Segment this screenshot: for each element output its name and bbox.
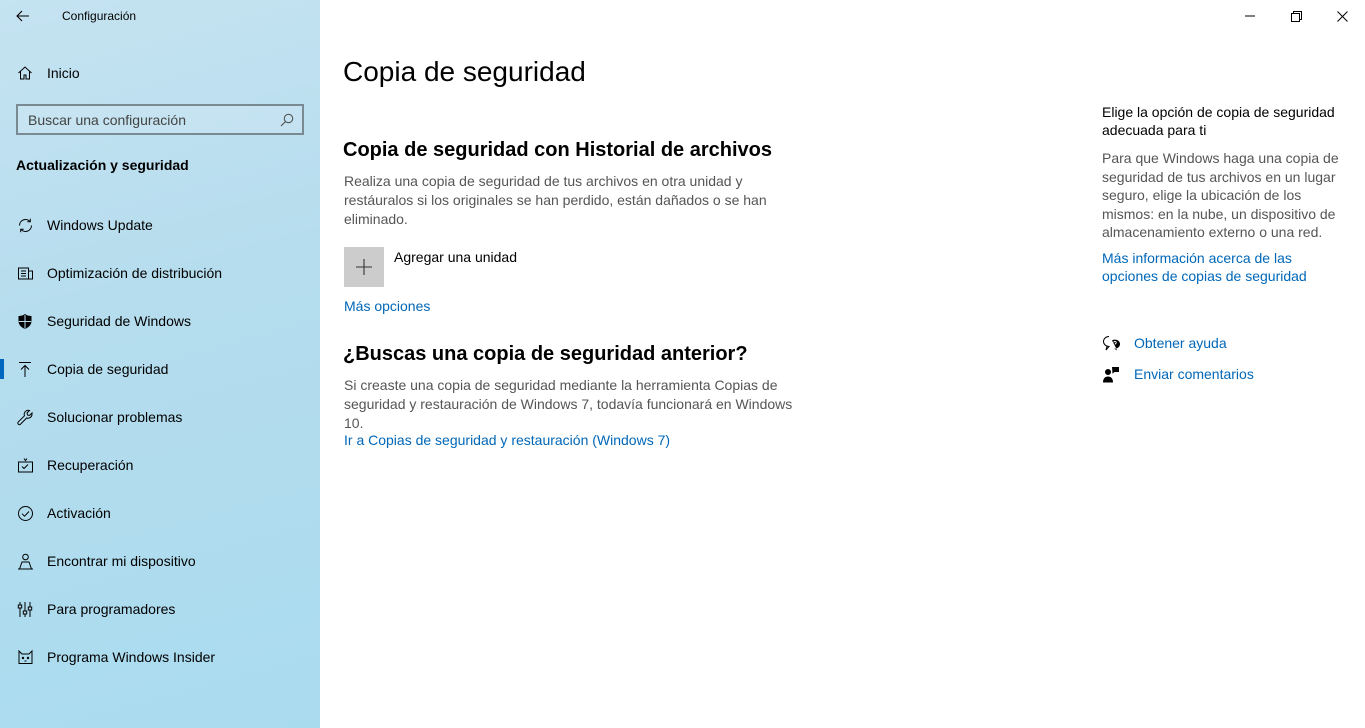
plus-icon xyxy=(356,259,372,275)
developer-sliders-icon xyxy=(16,600,34,618)
sidebar-item-label: Encontrar mi dispositivo xyxy=(47,553,196,569)
back-button[interactable] xyxy=(10,4,36,28)
sidebar-item-label: Recuperación xyxy=(47,457,134,473)
sidebar-item-label: Seguridad de Windows xyxy=(47,313,191,329)
title-bar: Configuración xyxy=(0,0,320,32)
sidebar-item-activation[interactable]: Activación xyxy=(0,489,320,537)
page-title: Copia de seguridad xyxy=(343,56,586,87)
search-icon xyxy=(280,113,294,127)
home-link[interactable]: Inicio xyxy=(16,60,80,86)
file-history-heading: Copia de seguridad con Historial de arch… xyxy=(343,139,772,161)
sidebar-item-developers[interactable]: Para programadores xyxy=(0,585,320,633)
sidebar-nav: Windows Update Optimización de distribuc… xyxy=(0,201,320,681)
window-controls xyxy=(1227,0,1365,32)
related-heading: Elige la opción de copia de seguridad ad… xyxy=(1102,104,1335,138)
sidebar-item-backup[interactable]: Copia de seguridad xyxy=(0,345,320,393)
refresh-icon xyxy=(16,216,34,234)
sidebar: Configuración Inicio Actualización y seg… xyxy=(0,0,320,728)
send-feedback-label: Enviar comentarios xyxy=(1134,366,1254,382)
sidebar-item-windows-update[interactable]: Windows Update xyxy=(0,201,320,249)
feedback-person-icon xyxy=(1102,365,1120,383)
get-help-label: Obtener ayuda xyxy=(1134,335,1227,351)
sidebar-item-label: Solucionar problemas xyxy=(47,409,183,425)
get-help-link[interactable]: Obtener ayuda xyxy=(1102,332,1227,354)
section-heading: Actualización y seguridad xyxy=(16,157,189,173)
add-drive-button[interactable]: Agregar una unidad xyxy=(344,247,517,287)
sidebar-item-label: Copia de seguridad xyxy=(47,361,169,377)
send-feedback-link[interactable]: Enviar comentarios xyxy=(1102,363,1254,385)
older-backup-description: Si creaste una copia de seguridad median… xyxy=(344,377,793,431)
file-history-description: Realiza una copia de seguridad de tus ar… xyxy=(344,173,767,227)
more-info-link[interactable]: Más información acerca de las opciones d… xyxy=(1102,249,1332,285)
sidebar-item-label: Para programadores xyxy=(47,601,176,617)
home-label: Inicio xyxy=(47,65,80,81)
recovery-icon xyxy=(16,456,34,474)
add-drive-label: Agregar una unidad xyxy=(394,249,517,265)
home-icon xyxy=(16,64,34,82)
sidebar-item-windows-insider[interactable]: Programa Windows Insider xyxy=(0,633,320,681)
add-drive-tile xyxy=(344,247,384,287)
related-description: Para que Windows haga una copia de segur… xyxy=(1102,150,1339,240)
close-button[interactable] xyxy=(1319,0,1365,32)
sidebar-item-recovery[interactable]: Recuperación xyxy=(0,441,320,489)
minimize-button[interactable] xyxy=(1227,0,1273,32)
sidebar-item-label: Activación xyxy=(47,505,111,521)
sidebar-item-label: Windows Update xyxy=(47,217,153,233)
wrench-icon xyxy=(16,408,34,426)
close-icon xyxy=(1336,10,1348,22)
shield-icon xyxy=(16,312,34,330)
delivery-optimization-icon xyxy=(16,264,34,282)
more-options-link[interactable]: Más opciones xyxy=(344,298,430,314)
back-arrow-icon xyxy=(16,10,29,22)
sidebar-item-windows-security[interactable]: Seguridad de Windows xyxy=(0,297,320,345)
person-pin-icon xyxy=(16,552,34,570)
help-chat-icon xyxy=(1102,334,1120,352)
search-input[interactable] xyxy=(18,111,268,128)
sidebar-item-find-my-device[interactable]: Encontrar mi dispositivo xyxy=(0,537,320,585)
restore-button[interactable] xyxy=(1273,0,1319,32)
sidebar-item-label: Optimización de distribución xyxy=(47,265,223,281)
backup-arrow-up-icon xyxy=(16,360,34,378)
sidebar-item-troubleshoot[interactable]: Solucionar problemas xyxy=(0,393,320,441)
restore-icon xyxy=(1290,10,1302,22)
check-circle-icon xyxy=(16,504,34,522)
older-backup-heading: ¿Buscas una copia de seguridad anterior? xyxy=(343,343,748,365)
minimize-icon xyxy=(1245,15,1255,17)
search-box[interactable] xyxy=(16,104,304,135)
sidebar-item-delivery-optimization[interactable]: Optimización de distribución xyxy=(0,249,320,297)
windows7-backup-link[interactable]: Ir a Copias de seguridad y restauración … xyxy=(344,432,670,448)
app-title: Configuración xyxy=(62,9,137,23)
insider-cat-icon xyxy=(16,648,34,666)
sidebar-item-label: Programa Windows Insider xyxy=(47,649,216,665)
